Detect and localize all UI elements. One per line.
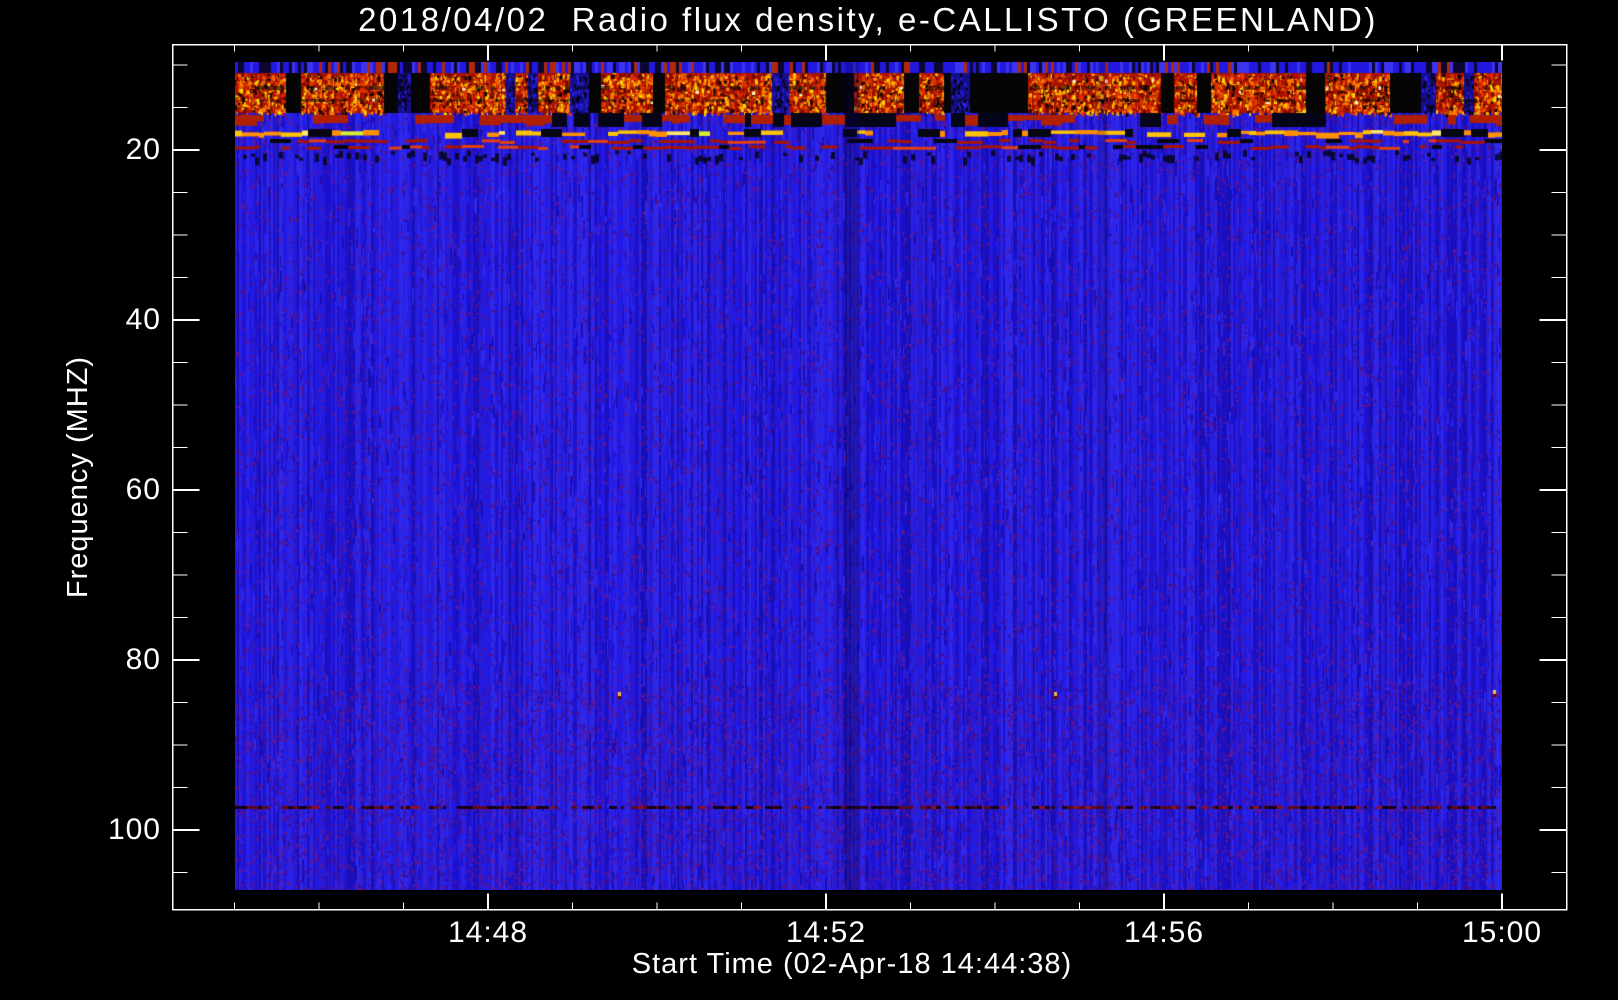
y-tick-label-100: 100 — [107, 813, 161, 846]
x-tick-label-1448: 14:48 — [447, 916, 529, 949]
x-axis-title: Start Time (02-Apr-18 14:44:38) — [631, 948, 1073, 980]
y-tick-label-80: 80 — [125, 643, 161, 676]
y-tick-label-40: 40 — [125, 303, 161, 336]
x-tick-label-1452: 14:52 — [785, 916, 867, 949]
y-tick-marks — [172, 64, 1567, 873]
x-tick-label-1500: 15:00 — [1461, 916, 1543, 949]
y-axis-title: Frequency (MHZ) — [62, 355, 94, 599]
y-tick-label-20: 20 — [125, 133, 161, 166]
x-tick-marks — [234, 44, 1503, 910]
x-tick-label-1456: 14:56 — [1123, 916, 1205, 949]
plot-frame — [171, 43, 1568, 911]
spectrogram-figure: 2018/04/02 Radio flux density, e-CALLIST… — [0, 0, 1618, 1000]
axes-frame — [171, 43, 1568, 911]
y-tick-label-60: 60 — [125, 473, 161, 506]
